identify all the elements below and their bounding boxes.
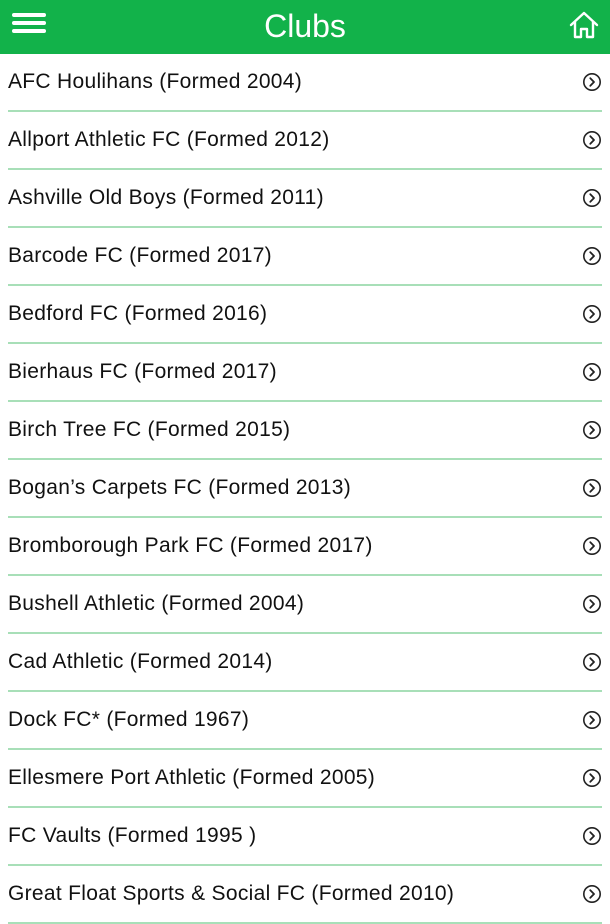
club-list-item[interactable]: Ellesmere Port Athletic (Formed 2005)	[8, 750, 602, 808]
club-name-label: Bierhaus FC (Formed 2017)	[8, 360, 277, 383]
chevron-circle-right-icon[interactable]	[582, 884, 602, 904]
chevron-circle-right-icon[interactable]	[582, 652, 602, 672]
club-name-label: FC Vaults (Formed 1995 )	[8, 824, 257, 847]
club-list-item[interactable]: Ashville Old Boys (Formed 2011)	[8, 170, 602, 228]
club-list-item[interactable]: Allport Athletic FC (Formed 2012)	[8, 112, 602, 170]
club-name-label: Bogan’s Carpets FC (Formed 2013)	[8, 476, 352, 499]
chevron-circle-right-icon[interactable]	[582, 72, 602, 92]
club-list-item[interactable]: Barcode FC (Formed 2017)	[8, 228, 602, 286]
chevron-circle-right-icon[interactable]	[582, 420, 602, 440]
chevron-circle-right-icon[interactable]	[582, 188, 602, 208]
club-list-item[interactable]: Great Float Sports & Social FC (Formed 2…	[8, 866, 602, 924]
home-icon[interactable]	[568, 9, 600, 41]
club-name-label: Bushell Athletic (Formed 2004)	[8, 592, 305, 615]
chevron-circle-right-icon[interactable]	[582, 304, 602, 324]
chevron-circle-right-icon[interactable]	[582, 594, 602, 614]
club-list-item[interactable]: Birch Tree FC (Formed 2015)	[8, 402, 602, 460]
app-header: Clubs	[0, 0, 610, 54]
chevron-circle-right-icon[interactable]	[582, 130, 602, 150]
chevron-circle-right-icon[interactable]	[582, 710, 602, 730]
club-list-item[interactable]: Bierhaus FC (Formed 2017)	[8, 344, 602, 402]
club-name-label: Ashville Old Boys (Formed 2011)	[8, 186, 324, 209]
club-name-label: Great Float Sports & Social FC (Formed 2…	[8, 882, 455, 905]
club-name-label: Bromborough Park FC (Formed 2017)	[8, 534, 373, 557]
chevron-circle-right-icon[interactable]	[582, 768, 602, 788]
club-name-label: Ellesmere Port Athletic (Formed 2005)	[8, 766, 376, 789]
club-name-label: Bedford FC (Formed 2016)	[8, 302, 268, 325]
club-list-item[interactable]: Bushell Athletic (Formed 2004)	[8, 576, 602, 634]
club-list-item[interactable]: AFC Houlihans (Formed 2004)	[8, 54, 602, 112]
chevron-circle-right-icon[interactable]	[582, 478, 602, 498]
chevron-circle-right-icon[interactable]	[582, 246, 602, 266]
club-name-label: Cad Athletic (Formed 2014)	[8, 650, 273, 673]
chevron-circle-right-icon[interactable]	[582, 536, 602, 556]
club-name-label: Birch Tree FC (Formed 2015)	[8, 418, 291, 441]
club-list-item[interactable]: Dock FC* (Formed 1967)	[8, 692, 602, 750]
club-name-label: Allport Athletic FC (Formed 2012)	[8, 128, 330, 151]
club-name-label: AFC Houlihans (Formed 2004)	[8, 70, 303, 93]
club-list-item[interactable]: Bogan’s Carpets FC (Formed 2013)	[8, 460, 602, 518]
club-list-item[interactable]: Bromborough Park FC (Formed 2017)	[8, 518, 602, 576]
page-title: Clubs	[264, 8, 346, 44]
club-list-item[interactable]: FC Vaults (Formed 1995 )	[8, 808, 602, 866]
club-list-item[interactable]: Bedford FC (Formed 2016)	[8, 286, 602, 344]
chevron-circle-right-icon[interactable]	[582, 826, 602, 846]
clubs-list: AFC Houlihans (Formed 2004) Allport Athle…	[0, 54, 610, 924]
club-list-item[interactable]: Cad Athletic (Formed 2014)	[8, 634, 602, 692]
club-name-label: Barcode FC (Formed 2017)	[8, 244, 272, 267]
chevron-circle-right-icon[interactable]	[582, 362, 602, 382]
club-name-label: Dock FC* (Formed 1967)	[8, 708, 250, 731]
